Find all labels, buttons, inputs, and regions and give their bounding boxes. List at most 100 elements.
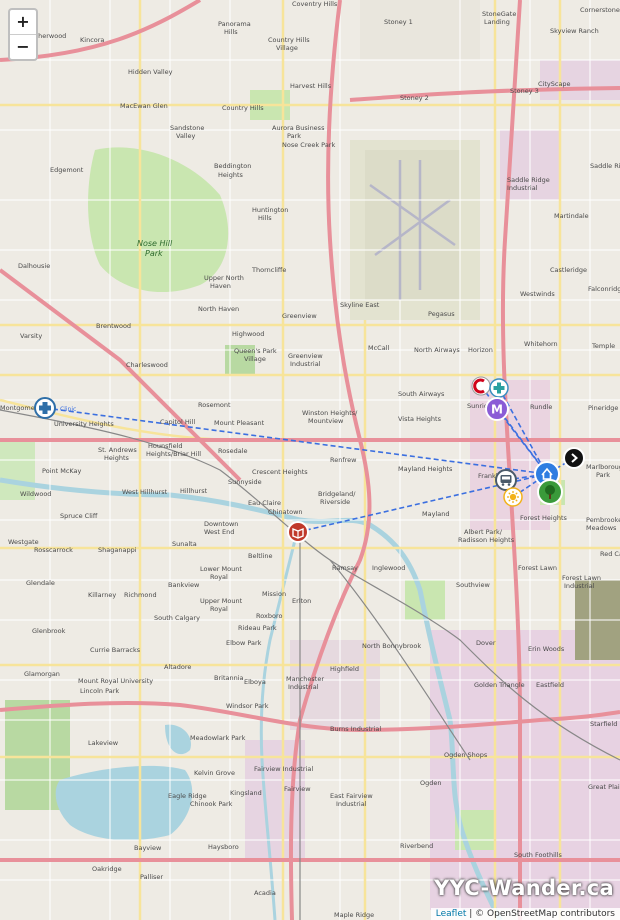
svg-text:Saddle Ridge: Saddle Ridge <box>590 162 620 170</box>
svg-text:Eagle Ridge: Eagle Ridge <box>168 792 207 800</box>
svg-text:Horizon: Horizon <box>468 346 493 354</box>
svg-text:Riverside: Riverside <box>320 498 350 506</box>
tree-marker[interactable] <box>537 479 563 505</box>
svg-text:Heights: Heights <box>218 171 243 179</box>
svg-text:Bayview: Bayview <box>134 844 162 852</box>
svg-text:Valley: Valley <box>176 132 196 140</box>
canadian-tire-marker[interactable] <box>471 376 491 396</box>
svg-text:Downtown: Downtown <box>204 520 238 528</box>
svg-text:Elbow Park: Elbow Park <box>226 639 262 647</box>
svg-text:Royal: Royal <box>210 573 228 581</box>
svg-text:Stoney 1: Stoney 1 <box>384 18 413 26</box>
svg-text:Kingsland: Kingsland <box>230 789 262 797</box>
svg-text:Nose Hill: Nose Hill <box>137 239 173 248</box>
svg-text:Radisson Heights: Radisson Heights <box>458 536 515 544</box>
svg-text:Ramsay: Ramsay <box>332 564 358 572</box>
svg-text:Marlborough: Marlborough <box>586 463 620 471</box>
osm-link[interactable]: OpenStreetMap contributors <box>487 909 615 919</box>
svg-text:Hills: Hills <box>258 214 272 222</box>
svg-text:Martindale: Martindale <box>554 212 589 220</box>
svg-text:Mayland Heights: Mayland Heights <box>398 465 453 473</box>
leaflet-link[interactable]: Leaflet <box>436 909 467 919</box>
svg-text:Westwinds: Westwinds <box>520 290 555 298</box>
svg-text:Temple: Temple <box>591 342 615 350</box>
sun-marker[interactable] <box>503 487 523 507</box>
svg-text:University Heights: University Heights <box>54 420 114 428</box>
svg-text:Currie Barracks: Currie Barracks <box>90 646 141 654</box>
transit-marker[interactable] <box>495 469 517 491</box>
svg-text:South Airways: South Airways <box>398 390 445 398</box>
zoom-out-button[interactable]: − <box>10 34 36 59</box>
clinic-label: Clinic <box>60 406 76 413</box>
svg-text:Chinook Park: Chinook Park <box>190 800 233 808</box>
svg-text:Queen's Park: Queen's Park <box>234 347 277 355</box>
svg-text:North Haven: North Haven <box>198 305 239 313</box>
svg-text:Richmond: Richmond <box>124 591 157 599</box>
svg-text:Upper North: Upper North <box>204 274 244 282</box>
svg-text:Mount Pleasant: Mount Pleasant <box>214 419 265 427</box>
svg-text:Albert Park/: Albert Park/ <box>464 528 503 536</box>
svg-text:Mayland: Mayland <box>422 510 449 518</box>
svg-text:Pembrooke: Pembrooke <box>586 516 620 524</box>
svg-text:Winston Heights/: Winston Heights/ <box>302 409 358 417</box>
svg-text:Park: Park <box>596 471 610 479</box>
svg-text:Stoney 3: Stoney 3 <box>510 87 539 95</box>
zoom-in-button[interactable]: + <box>10 10 36 34</box>
svg-text:East Fairview: East Fairview <box>330 792 373 800</box>
svg-text:Greenview: Greenview <box>282 312 317 320</box>
svg-text:MacEwan Glen: MacEwan Glen <box>120 102 168 110</box>
svg-text:West End: West End <box>204 528 234 536</box>
svg-text:Sunnyside: Sunnyside <box>228 478 262 486</box>
svg-text:Mountview: Mountview <box>308 417 344 425</box>
svg-text:Riverbend: Riverbend <box>400 842 433 850</box>
svg-text:Industrial: Industrial <box>564 582 595 590</box>
svg-text:Upper Mount: Upper Mount <box>200 597 243 605</box>
svg-text:Glenbrook: Glenbrook <box>32 627 66 635</box>
svg-text:Ogden: Ogden <box>420 779 442 787</box>
clinic-marker-east[interactable] <box>489 378 509 398</box>
svg-text:Haysboro: Haysboro <box>208 843 239 851</box>
svg-text:Manchester: Manchester <box>286 675 324 683</box>
svg-text:Beddington: Beddington <box>214 162 251 170</box>
svg-text:Killarney: Killarney <box>88 591 116 599</box>
svg-text:Huntington: Huntington <box>252 206 288 214</box>
svg-text:Hills: Hills <box>224 28 238 36</box>
svg-text:Chinatown: Chinatown <box>268 508 303 516</box>
svg-text:Oakridge: Oakridge <box>92 865 122 873</box>
attribution-separator: | © <box>466 909 488 919</box>
svg-text:Country Hills: Country Hills <box>222 104 264 112</box>
svg-text:South Calgary: South Calgary <box>154 614 200 622</box>
svg-text:Park: Park <box>287 132 301 140</box>
svg-text:Hounsfield: Hounsfield <box>148 442 183 450</box>
svg-text:South Foothills: South Foothills <box>514 851 563 859</box>
map-canvas[interactable]: Coventry Hills PanoramaHills Stoney 1 St… <box>0 0 620 920</box>
site-brand: YYC-Wander.ca <box>433 876 614 900</box>
svg-text:Forest Lawn: Forest Lawn <box>562 574 601 582</box>
next-marker[interactable] <box>563 447 585 469</box>
svg-text:Roxboro: Roxboro <box>256 612 282 620</box>
svg-text:Rosedale: Rosedale <box>218 447 248 455</box>
library-marker[interactable] <box>287 521 309 543</box>
svg-text:Haven: Haven <box>210 282 231 290</box>
svg-text:Pineridge: Pineridge <box>588 404 618 412</box>
svg-text:Britannia: Britannia <box>214 674 244 682</box>
clinic-marker-west[interactable] <box>34 397 56 419</box>
svg-text:CityScape: CityScape <box>538 80 571 88</box>
svg-text:Hillhurst: Hillhurst <box>180 487 208 495</box>
svg-text:Panorama: Panorama <box>218 20 251 28</box>
svg-text:Altadore: Altadore <box>164 663 191 671</box>
svg-text:Shaganappi: Shaganappi <box>98 546 137 554</box>
svg-text:Acadia: Acadia <box>254 889 276 897</box>
svg-text:Rosemont: Rosemont <box>198 401 231 409</box>
svg-text:Lincoln Park: Lincoln Park <box>80 687 119 695</box>
mall-marker[interactable]: M <box>485 397 509 421</box>
svg-text:Wildwood: Wildwood <box>20 490 51 498</box>
svg-text:Village: Village <box>244 355 266 363</box>
svg-text:Industrial: Industrial <box>290 360 321 368</box>
svg-text:Red Carpet: Red Carpet <box>600 550 620 558</box>
svg-text:Eastfield: Eastfield <box>536 681 564 689</box>
svg-text:Meadows: Meadows <box>586 524 617 532</box>
svg-text:Beltline: Beltline <box>248 552 273 560</box>
svg-text:Industrial: Industrial <box>336 800 367 808</box>
svg-text:Thorncliffe: Thorncliffe <box>251 266 286 274</box>
